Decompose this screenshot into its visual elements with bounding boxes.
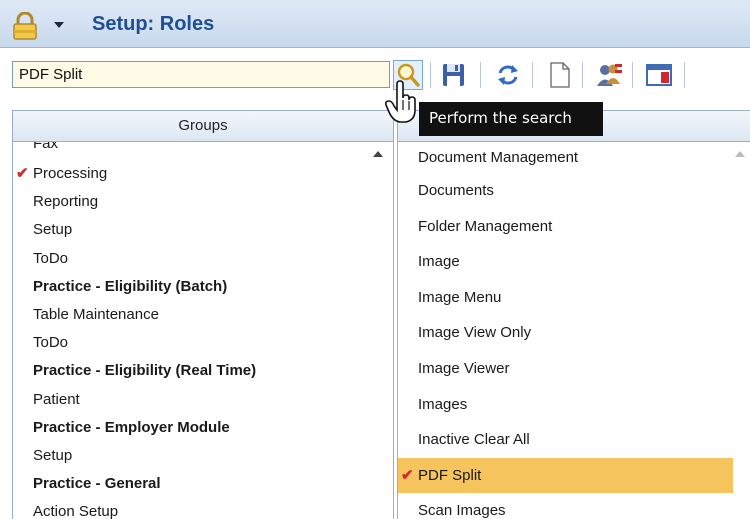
list-item[interactable]: Image [398, 244, 733, 280]
refresh-icon [498, 65, 518, 85]
list-item[interactable]: Documents [398, 173, 733, 209]
list-item[interactable]: ✔ Processing [16, 160, 393, 188]
toolbar-divider [430, 62, 431, 88]
toolbar [0, 48, 750, 104]
group-heading[interactable]: Practice - Eligibility (Batch) [33, 273, 393, 301]
title-bar: Setup: Roles [0, 0, 750, 48]
groups-list: Fax ✔ Processing Reporting Setup ToDo Pra… [13, 142, 393, 519]
panel-button[interactable] [643, 60, 673, 90]
hand-cursor-icon [385, 80, 416, 123]
list-item[interactable]: Scan Images [398, 493, 733, 519]
list-item[interactable]: Folder Management [398, 209, 733, 245]
panel-icon [646, 64, 672, 86]
toolbar-divider [582, 62, 583, 88]
save-button[interactable] [440, 60, 466, 90]
list-item[interactable]: Patient [33, 386, 393, 414]
users-icon [597, 64, 622, 86]
page-title: Setup: Roles [92, 13, 215, 35]
toolbar-divider [532, 62, 533, 88]
search-tooltip: Perform the search [419, 102, 603, 136]
list-item[interactable]: Action Setup [33, 498, 393, 519]
group-heading[interactable]: Practice - Employer Module [33, 414, 393, 442]
list-item[interactable]: Fax [33, 142, 393, 160]
list-item[interactable]: Reporting [33, 188, 393, 216]
toolbar-divider [684, 62, 685, 88]
list-item[interactable]: Table Maintenance [33, 301, 393, 329]
groups-header[interactable]: Groups [13, 111, 393, 142]
list-item[interactable]: ToDo [33, 245, 393, 273]
list-item[interactable]: Document Management [398, 142, 733, 173]
list-item[interactable]: Setup [33, 442, 393, 470]
list-item[interactable]: Image View Only [398, 315, 733, 351]
chevron-down-icon[interactable] [54, 22, 64, 28]
roles-panel: Roles Document Management Documents Fold… [397, 110, 750, 519]
group-heading[interactable]: Practice - General [33, 470, 393, 498]
list-item[interactable]: Images [398, 387, 733, 423]
users-button[interactable] [594, 60, 624, 90]
checkmark-icon: ✔ [401, 466, 414, 484]
list-item[interactable]: Setup [33, 216, 393, 244]
floppy-icon [443, 64, 464, 86]
lock-icon[interactable] [12, 12, 38, 40]
list-item[interactable]: Inactive Clear All [398, 422, 733, 458]
roles-list: Document Management Documents Folder Man… [398, 142, 750, 519]
list-item[interactable]: Image Viewer [398, 351, 733, 387]
document-icon [550, 62, 570, 88]
checkmark-icon: ✔ [16, 165, 29, 182]
search-input[interactable] [12, 61, 390, 88]
groups-panel: Groups Fax ✔ Processing Reporting Setup T… [12, 110, 394, 519]
new-document-button[interactable] [546, 60, 572, 90]
refresh-button[interactable] [494, 60, 520, 90]
list-item-selected[interactable]: ✔ PDF Split [398, 457, 733, 494]
toolbar-divider [480, 62, 481, 88]
group-heading[interactable]: Practice - Eligibility (Real Time) [33, 357, 393, 385]
toolbar-divider [632, 62, 633, 88]
list-item[interactable]: Image Menu [398, 280, 733, 316]
list-item[interactable]: ToDo [33, 329, 393, 357]
